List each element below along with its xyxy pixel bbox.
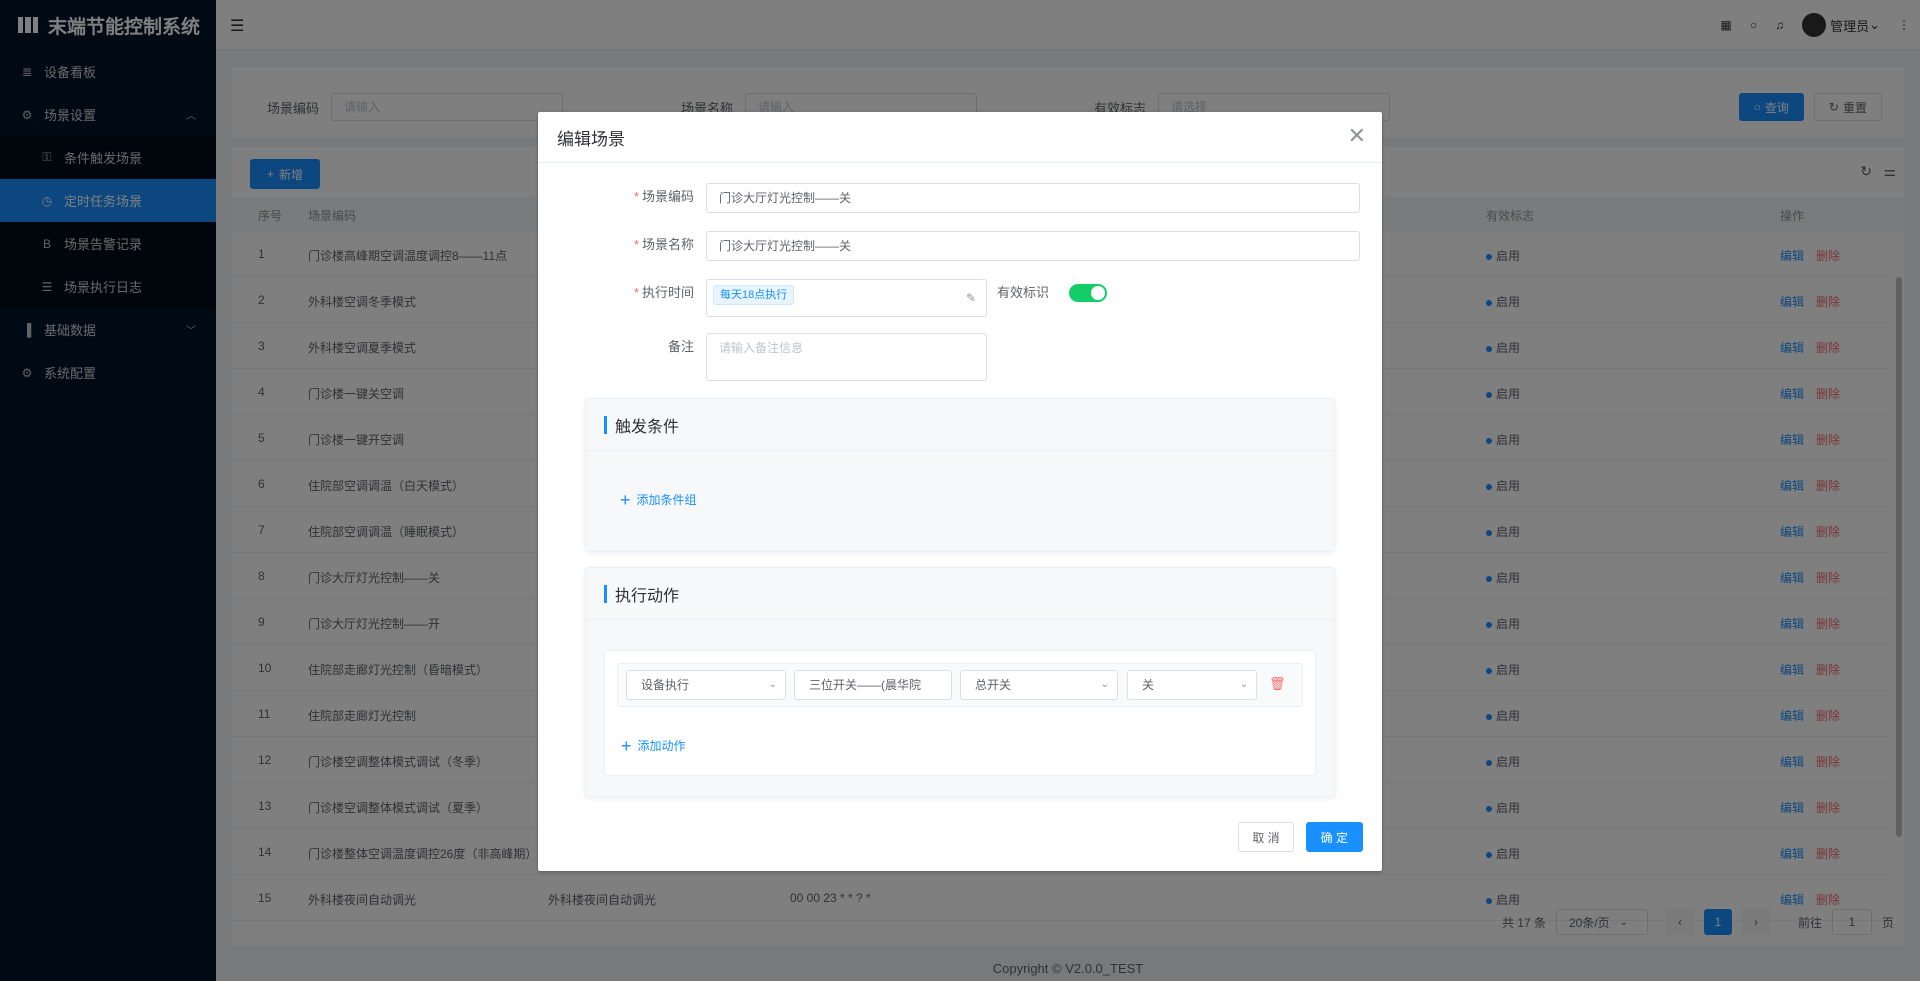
chevron-down-icon: ⌄ [1100, 679, 1109, 690]
plus-icon: + [620, 489, 631, 510]
trigger-body: + 添加条件组 [586, 451, 1334, 509]
scene-code-input[interactable]: 门诊大厅灯光控制——关 [706, 183, 1360, 213]
add-action-button[interactable]: + 添加动作 [621, 735, 686, 756]
dialog-title: 编辑场景 [557, 129, 625, 149]
remark-label: 备注 [667, 339, 694, 354]
delete-icon[interactable]: 🗑 [1269, 676, 1286, 692]
add-condition-button[interactable]: + 添加条件组 [620, 489, 697, 510]
confirm-button[interactable]: 确 定 [1305, 822, 1363, 852]
valid-label: 有效标识 [996, 285, 1049, 300]
action-point-select[interactable]: 总开关 ⌄ [960, 670, 1118, 700]
action-device-value: 三位开关——(晨华院 [809, 678, 921, 692]
action-value-value: 关 [1142, 678, 1155, 692]
form-row-remark: 备注 请输入备注信息 [618, 333, 987, 381]
remark-textarea[interactable]: 请输入备注信息 [706, 333, 987, 381]
valid-switch[interactable] [1069, 284, 1107, 302]
trigger-title: 触发条件 [586, 399, 1334, 451]
dialog-footer: 取 消 确 定 [1238, 822, 1363, 852]
form-row-name: * 场景名称 门诊大厅灯光控制——关 [618, 231, 1360, 261]
plus-icon: + [621, 735, 632, 756]
chevron-down-icon: ⌄ [1239, 679, 1248, 690]
scene-name-input[interactable]: 门诊大厅灯光控制——关 [706, 231, 1360, 261]
cancel-button[interactable]: 取 消 [1238, 822, 1294, 852]
close-icon[interactable]: ✕ [1348, 125, 1366, 147]
form-row-code: * 场景编码 门诊大厅灯光控制——关 [618, 183, 1360, 213]
trigger-panel: 触发条件 + 添加条件组 [585, 398, 1335, 552]
action-panel: 执行动作 设备执行 ⌄ 三位开关——(晨华院 总开关 ⌄ 关 ⌄ 🗑 + 添加动… [585, 567, 1335, 797]
dialog-header: 编辑场景 ✕ [538, 112, 1382, 163]
code-label: * 场景编码 [633, 189, 694, 204]
form-row-valid: 有效标识 [971, 279, 1107, 307]
edit-scene-dialog: 编辑场景 ✕ * 场景编码 门诊大厅灯光控制——关 * 场景名称 门诊大厅灯光控制—… [538, 112, 1382, 871]
action-device-input[interactable]: 三位开关——(晨华院 [794, 670, 952, 700]
action-title: 执行动作 [586, 568, 1334, 620]
form-row-time: * 执行时间 每天18点执行 ✎ [618, 279, 987, 317]
exec-time-input[interactable]: 每天18点执行 ✎ [706, 279, 987, 317]
time-label: * 执行时间 [633, 285, 694, 300]
add-condition-label: 添加条件组 [636, 493, 697, 507]
exec-time-tag: 每天18点执行 [713, 285, 795, 305]
action-type-select[interactable]: 设备执行 ⌄ [626, 670, 786, 700]
name-label: * 场景名称 [633, 237, 694, 252]
action-point-value: 总开关 [975, 678, 1012, 692]
add-action-label: 添加动作 [637, 739, 686, 753]
action-value-select[interactable]: 关 ⌄ [1127, 670, 1257, 700]
chevron-down-icon: ⌄ [768, 679, 777, 690]
action-group: 设备执行 ⌄ 三位开关——(晨华院 总开关 ⌄ 关 ⌄ 🗑 + 添加动作 [604, 650, 1316, 776]
action-type-value: 设备执行 [641, 678, 690, 692]
action-row: 设备执行 ⌄ 三位开关——(晨华院 总开关 ⌄ 关 ⌄ 🗑 [617, 663, 1303, 707]
